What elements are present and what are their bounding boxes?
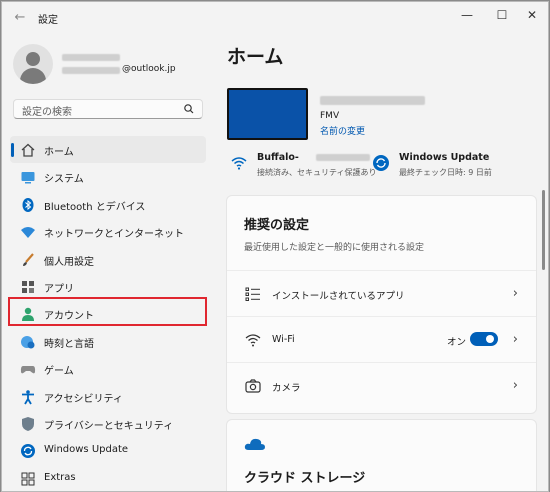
page-title: ホーム [227,46,284,68]
chevron-right-icon: › [512,286,518,301]
sidebar-item-system[interactable]: システム [10,163,206,190]
sidebar-item-label: Bluetooth とデバイス [44,201,146,213]
sidebar-item-extras[interactable]: Extras [10,465,206,491]
bluetooth-icon [22,197,34,212]
cloud-icon [244,438,265,450]
title-bar: ← 設定 — ☐ ✕ [2,2,548,34]
settings-window: ← 設定 — ☐ ✕ @outlook.jp 設定の検索 ホーム システム Bl… [1,1,549,492]
home-icon [21,143,35,157]
sidebar-item-label: Windows Update [44,444,129,456]
sidebar-item-windows-update[interactable]: Windows Update [10,437,206,464]
apps-icon [22,280,34,293]
system-icon [21,172,35,184]
sidebar-item-privacy[interactable]: プライバシーとセキュリティ [10,410,206,437]
update-icon [373,155,389,171]
profile-email: @outlook.jp [122,64,176,74]
recommended-subtitle: 最近使用した設定と一般的に使用される設定 [244,243,425,253]
search-input[interactable]: 設定の検索 [22,103,72,118]
device-name-redacted [320,96,425,105]
sidebar-item-label: ホーム [44,147,74,158]
sidebar-item-label: ゲーム [44,366,74,378]
wifi-toggle[interactable] [470,332,498,346]
avatar [13,44,53,84]
profile-email-redacted [62,67,120,74]
sidebar-item-label: Extras [44,471,76,483]
row-label: インストールされているアプリ [272,291,405,302]
cloud-storage-card[interactable]: クラウド ストレージ [226,419,537,491]
globe-clock-icon [21,335,35,349]
shield-icon [22,416,34,431]
sidebar-item-bluetooth[interactable]: Bluetooth とデバイス [10,191,206,218]
sidebar-item-personalization[interactable]: 個人用設定 [10,246,206,273]
installed-apps-row[interactable]: インストールされているアプリ › [227,270,536,317]
chevron-right-icon: › [512,378,518,393]
scrollbar[interactable] [542,190,545,270]
extras-icon [21,472,35,486]
sidebar-item-time-language[interactable]: 時刻と言語 [10,328,206,355]
close-button[interactable]: ✕ [515,2,548,28]
back-button[interactable]: ← [12,10,28,26]
account-highlight-box [8,297,207,326]
sidebar-item-home[interactable]: ホーム [10,136,206,164]
camera-icon [245,379,261,393]
sidebar-item-label: ネットワークとインターネット [44,229,184,241]
device-model: FMV [320,111,340,121]
wifi-icon [245,334,261,347]
search-icon [184,104,194,114]
update-status-title: Windows Update [399,152,490,163]
recommended-title: 推奨の設定 [244,218,310,233]
device-image [227,88,308,140]
sidebar-item-accessibility[interactable]: アクセシビリティ [10,383,206,410]
search-box[interactable]: 設定の検索 [13,99,203,119]
profile-name-redacted [62,54,120,61]
wifi-status-title: Buffalo- [257,152,299,163]
cloud-storage-title: クラウド ストレージ [244,471,366,486]
wifi-row[interactable]: Wi-Fi オン › [227,316,536,363]
row-label: カメラ [272,383,301,394]
sidebar-item-gaming[interactable]: ゲーム [10,355,206,382]
brush-icon [23,252,34,266]
list-icon [245,287,260,301]
sidebar-item-network[interactable]: ネットワークとインターネット [10,218,206,245]
sidebar-item-label: アクセシビリティ [44,393,123,405]
sidebar-item-label: 個人用設定 [44,256,94,268]
toggle-state-label: オン [447,337,467,348]
camera-row[interactable]: カメラ › [227,362,536,409]
accessibility-icon [22,389,34,404]
minimize-button[interactable]: — [450,2,484,28]
wifi-icon [231,157,247,170]
app-title: 設定 [38,15,58,26]
rename-link[interactable]: 名前の変更 [320,124,365,137]
wifi-name-redacted [316,154,370,161]
recommended-settings-card: 推奨の設定 最近使用した設定と一般的に使用される設定 インストールされているアプ… [226,195,537,414]
sidebar-item-label: プライバシーとセキュリティ [44,420,174,432]
sidebar-item-label: アプリ [44,283,74,295]
wifi-status-subtitle: 接続済み、セキュリティ保護あり [257,168,377,177]
chevron-right-icon: › [512,332,518,347]
row-label: Wi-Fi [272,334,295,345]
network-icon [21,227,35,239]
maximize-button[interactable]: ☐ [485,2,519,28]
sidebar-item-label: 時刻と言語 [44,338,94,350]
selection-indicator [11,143,14,157]
game-icon [20,366,36,374]
update-status-subtitle: 最終チェック日時: 9 日前 [399,168,492,177]
sidebar-item-label: システム [44,174,84,186]
update-icon [21,444,35,459]
